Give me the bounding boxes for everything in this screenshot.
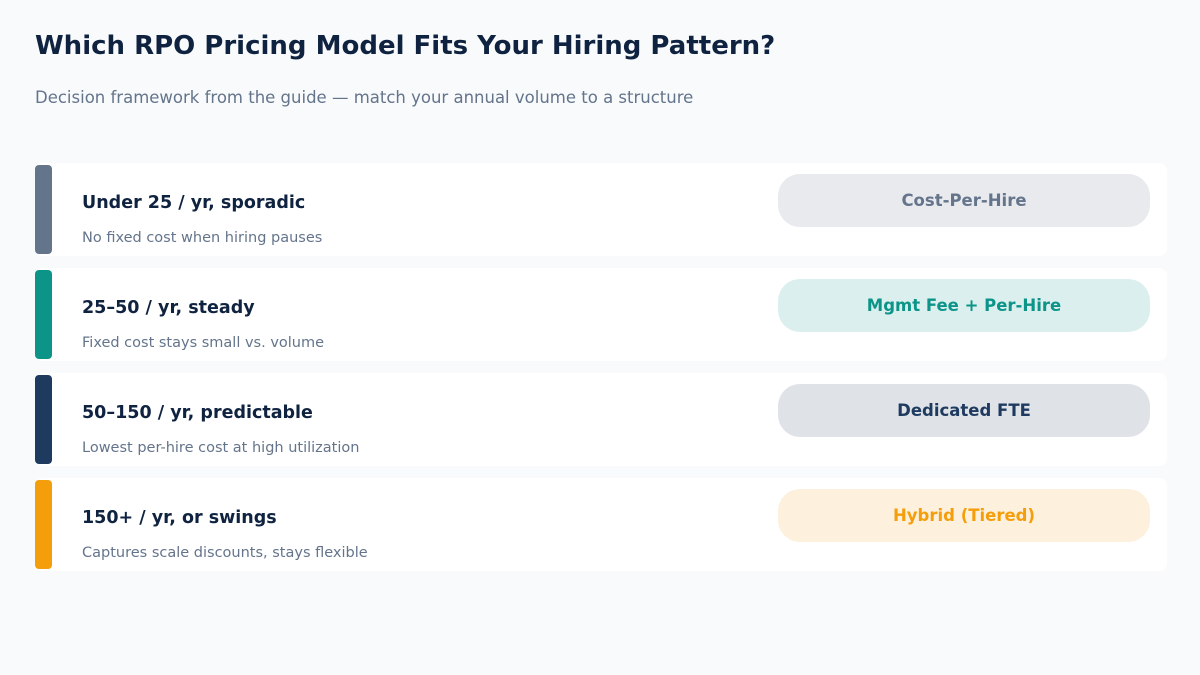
accent-bar <box>35 480 52 569</box>
model-badge: Dedicated FTE <box>778 384 1150 437</box>
rationale-text: No fixed cost when hiring pauses <box>82 230 323 246</box>
accent-bar <box>35 375 52 464</box>
decision-row-dedicated-fte: 50–150 / yr, predictable Lowest per-hire… <box>35 373 1167 466</box>
volume-label: 150+ / yr, or swings <box>82 508 277 528</box>
decision-rows: Under 25 / yr, sporadic No fixed cost wh… <box>35 163 1167 583</box>
volume-label: Under 25 / yr, sporadic <box>82 193 306 213</box>
rationale-text: Lowest per-hire cost at high utilization <box>82 440 360 456</box>
volume-label: 50–150 / yr, predictable <box>82 403 313 423</box>
rationale-text: Captures scale discounts, stays flexible <box>82 545 368 561</box>
page-title: Which RPO Pricing Model Fits Your Hiring… <box>35 31 776 61</box>
volume-label: 25–50 / yr, steady <box>82 298 255 318</box>
decision-row-hybrid: 150+ / yr, or swings Captures scale disc… <box>35 478 1167 571</box>
model-badge: Mgmt Fee + Per-Hire <box>778 279 1150 332</box>
decision-row-cost-per-hire: Under 25 / yr, sporadic No fixed cost wh… <box>35 163 1167 256</box>
model-badge: Hybrid (Tiered) <box>778 489 1150 542</box>
decision-framework: Which RPO Pricing Model Fits Your Hiring… <box>0 0 1200 675</box>
model-badge: Cost-Per-Hire <box>778 174 1150 227</box>
decision-row-mgmt-fee: 25–50 / yr, steady Fixed cost stays smal… <box>35 268 1167 361</box>
accent-bar <box>35 165 52 254</box>
page-subtitle: Decision framework from the guide — matc… <box>35 88 694 107</box>
accent-bar <box>35 270 52 359</box>
rationale-text: Fixed cost stays small vs. volume <box>82 335 325 351</box>
